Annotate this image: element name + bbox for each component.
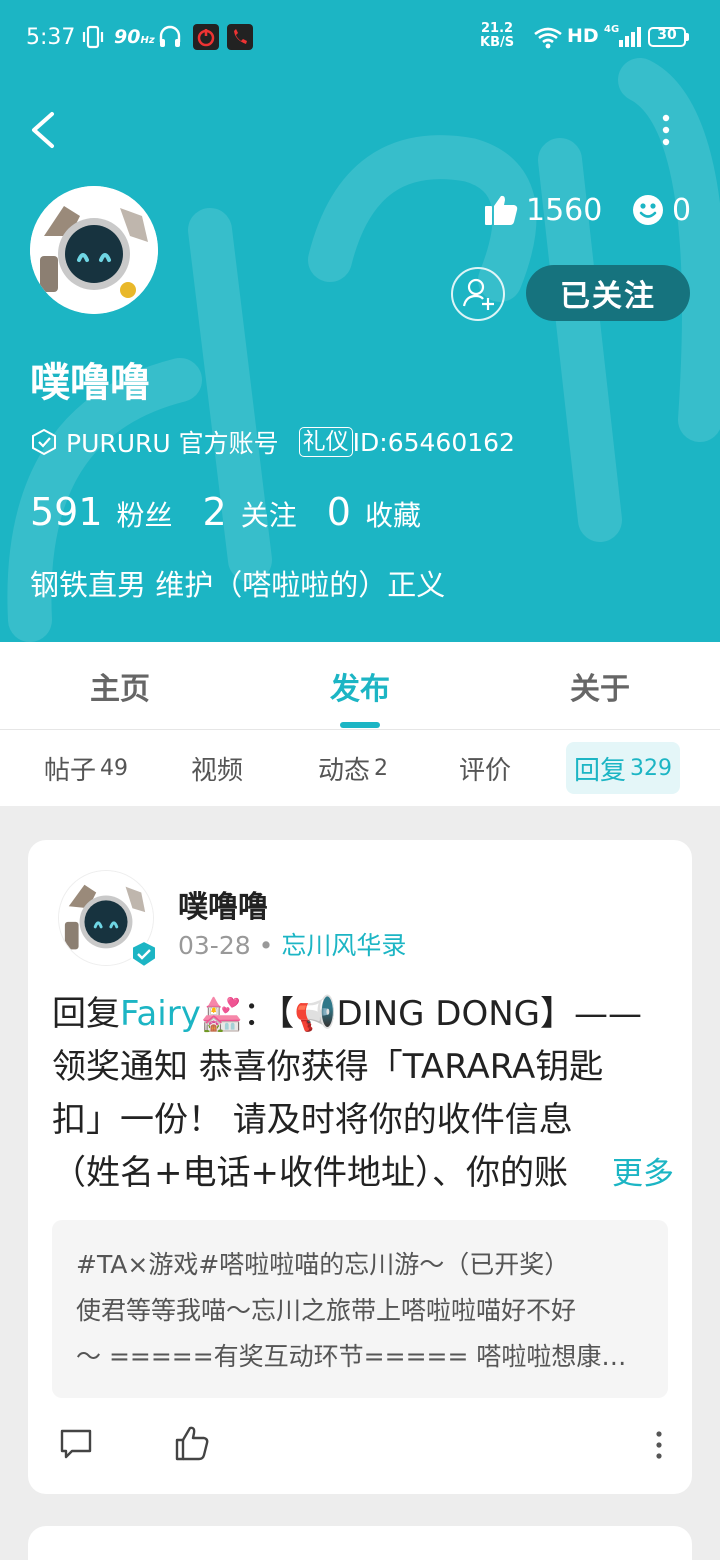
signal-icon [619, 27, 641, 47]
comment-icon[interactable] [58, 1426, 94, 1462]
tab-posts[interactable]: 发布 [240, 664, 480, 708]
more-vertical-icon[interactable] [646, 108, 686, 152]
expand-more-link[interactable]: 更多 [584, 1148, 674, 1200]
tab-home[interactable]: 主页 [0, 664, 240, 708]
main-tabs: 主页 发布 关于 [0, 642, 720, 730]
back-arrow-icon[interactable] [22, 108, 66, 152]
background-watermark [7, 58, 720, 642]
battery-icon: 30 [648, 27, 686, 47]
kebab-icon[interactable] [652, 1430, 666, 1460]
post-date: 03-28 [178, 931, 251, 960]
following-count[interactable]: 2 [203, 490, 227, 534]
sub-tabs: 帖子 49 视频 动态 2 评价 回复 329 [0, 730, 720, 806]
user-id: ID:65460162 [352, 427, 515, 457]
avatar[interactable] [30, 186, 158, 314]
robot-avatar-icon [30, 186, 158, 314]
subtab-threads[interactable]: 帖子 49 [44, 742, 128, 794]
subtab-reviews[interactable]: 评价 [459, 742, 511, 794]
verified-shield-icon [32, 428, 56, 456]
wifi-icon [534, 27, 562, 49]
thumb-up-icon [485, 195, 518, 225]
subtab-moments[interactable]: 动态 2 [318, 742, 388, 794]
battery-tip [686, 33, 689, 41]
post-author-name[interactable]: 噗噜噜 [178, 882, 268, 926]
quoted-title: #TA×游戏#嗒啦啦喵的忘川游～（已开奖） [76, 1250, 570, 1279]
likes-count: 1560 [484, 190, 602, 230]
refresh-rate: 90Hz [114, 26, 155, 48]
tab-indicator [340, 722, 380, 728]
profile-stats: 591 粉丝 2 关注 0 收藏 [30, 490, 451, 534]
status-bar: 5:37 90Hz 21.2 KB/S HD 4G 30 [0, 0, 720, 74]
network-type: 4G [604, 24, 620, 35]
fans-label[interactable]: 粉丝 [117, 494, 173, 534]
profile-header: 5:37 90Hz 21.2 KB/S HD 4G 30 1560 0 已关注 … [0, 0, 720, 642]
verified-badge-icon [131, 940, 157, 968]
like-icon[interactable] [174, 1424, 210, 1462]
hd-indicator: HD [567, 25, 599, 47]
tab-about[interactable]: 关于 [480, 664, 720, 708]
etiquette-badge[interactable]: 礼仪 [298, 427, 353, 457]
favorites-count[interactable]: 0 [327, 490, 351, 534]
network-rate: 21.2 KB/S [480, 21, 515, 50]
post-body[interactable]: 回复Fairy💒：【📢DING DONG】—— 领奖通知 恭喜你获得「TARAR… [52, 988, 672, 1202]
subtab-videos[interactable]: 视频 [191, 742, 243, 794]
call-notification-icon [227, 24, 253, 50]
post-card[interactable]: 噗噜噜 03-28 • 忘川风华录 回复Fairy💒：【📢DING DONG】—— … [28, 840, 692, 1494]
quoted-post[interactable]: #TA×游戏#嗒啦啦喵的忘川游～（已开奖） 使君等等我喵～忘川之旅带上嗒啦啦喵好… [52, 1220, 668, 1398]
subtab-replies[interactable]: 回复 329 [566, 742, 681, 794]
favorites-label[interactable]: 收藏 [365, 494, 421, 534]
official-label: PURURU 官方账号 [66, 429, 279, 458]
profile-name: 噗噜噜 [30, 360, 150, 406]
headphones-icon [159, 25, 181, 47]
smile-icon [633, 195, 663, 225]
post-meta: 03-28 • 忘川风华录 [178, 931, 407, 960]
quoted-excerpt-2: ～ =====有奖互动环节===== 嗒啦啦想康康… [76, 1342, 644, 1371]
follow-button[interactable]: 已关注 [526, 265, 690, 321]
next-post-card[interactable] [28, 1526, 692, 1560]
official-account-row: PURURU 官方账号 礼仪 ID:65460162 [30, 424, 515, 460]
add-friend-icon[interactable] [450, 266, 506, 322]
app-notification-icon [193, 24, 219, 50]
fans-count[interactable]: 591 [30, 490, 103, 534]
following-label[interactable]: 关注 [241, 494, 297, 534]
reply-target-link[interactable]: Fairy💒 [120, 994, 243, 1034]
smiles-count: 0 [632, 190, 691, 230]
vibrate-icon [82, 25, 104, 49]
status-time: 5:37 [26, 25, 76, 50]
profile-bio: 钢铁直男 维护（嗒啦啦的）正义 [30, 568, 446, 602]
post-topic-link[interactable]: 忘川风华录 [281, 931, 406, 960]
quoted-excerpt-1: 使君等等我喵～忘川之旅带上嗒啦啦喵好不好 [76, 1296, 577, 1325]
